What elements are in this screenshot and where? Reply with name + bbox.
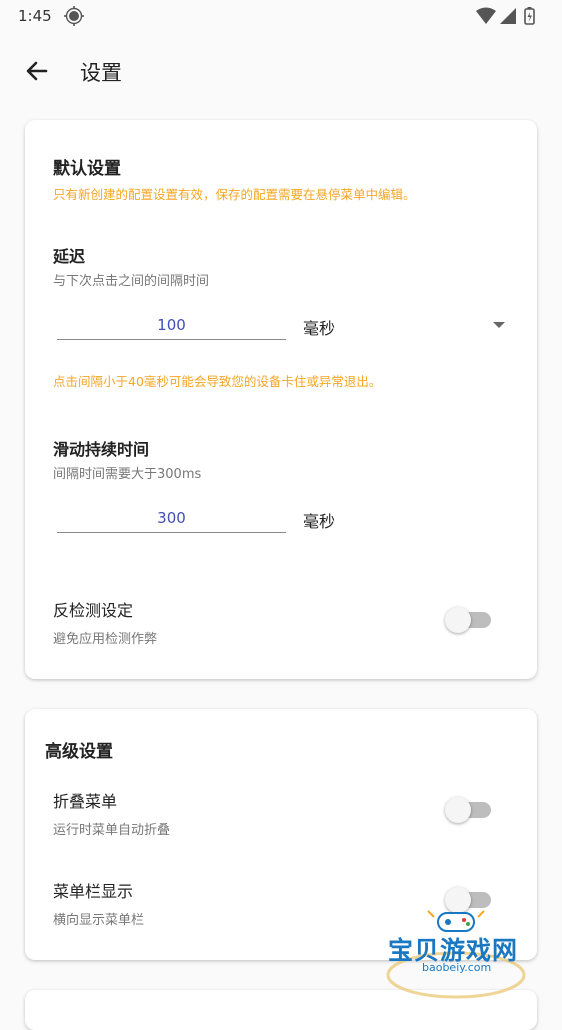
delay-warning: 点击间隔小于40毫秒可能会导致您的设备卡住或异常退出。 xyxy=(53,374,382,389)
signal-icon xyxy=(500,8,516,24)
menu-bar-desc: 横向显示菜单栏 xyxy=(53,913,145,928)
delay-unit-select[interactable]: 毫秒 xyxy=(303,315,335,339)
anti-detect-label: 反检测设定 xyxy=(53,601,134,620)
collapse-menu-label: 折叠菜单 xyxy=(53,792,118,811)
toggle-thumb xyxy=(445,797,471,823)
delay-label: 延迟 xyxy=(53,247,86,266)
collapse-menu-desc: 运行时菜单自动折叠 xyxy=(53,823,171,838)
menu-bar-label: 菜单栏显示 xyxy=(53,882,134,901)
collapse-menu-toggle[interactable] xyxy=(445,797,495,823)
page-title: 设置 xyxy=(80,61,122,85)
swipe-duration-label: 滑动持续时间 xyxy=(53,440,150,459)
section-title-advanced: 高级设置 xyxy=(45,742,113,762)
watermark-logo: 宝贝游戏网 baobeiy.com xyxy=(384,905,534,999)
status-time: 1:45 xyxy=(18,7,52,25)
default-settings-card: 默认设置 只有新创建的配置设置有效，保存的配置需要在悬停菜单中编辑。 延迟 与下… xyxy=(25,120,537,679)
section-title-default: 默认设置 xyxy=(53,159,121,179)
anti-detect-toggle[interactable] xyxy=(445,607,495,633)
swipe-duration-unit: 毫秒 xyxy=(303,512,336,531)
wifi-icon xyxy=(476,7,496,24)
arrow-left-icon xyxy=(26,61,48,81)
swipe-duration-input[interactable] xyxy=(57,503,286,533)
status-icons xyxy=(474,6,544,30)
chevron-down-icon[interactable] xyxy=(493,322,505,328)
delay-input[interactable] xyxy=(57,310,286,340)
watermark-url: baobeiy.com xyxy=(422,961,492,974)
delay-desc: 与下次点击之间的间隔时间 xyxy=(53,274,210,289)
status-bar: 1:45 xyxy=(0,0,562,34)
battery-icon xyxy=(524,7,535,25)
default-settings-note: 只有新创建的配置设置有效，保存的配置需要在悬停菜单中编辑。 xyxy=(53,187,416,202)
toggle-thumb xyxy=(445,607,471,633)
anti-detect-desc: 避免应用检测作弊 xyxy=(53,632,158,647)
app-bar: 设置 xyxy=(0,44,562,100)
swipe-duration-desc: 间隔时间需要大于300ms xyxy=(53,467,202,482)
location-icon xyxy=(64,6,84,30)
back-button[interactable] xyxy=(22,56,52,86)
